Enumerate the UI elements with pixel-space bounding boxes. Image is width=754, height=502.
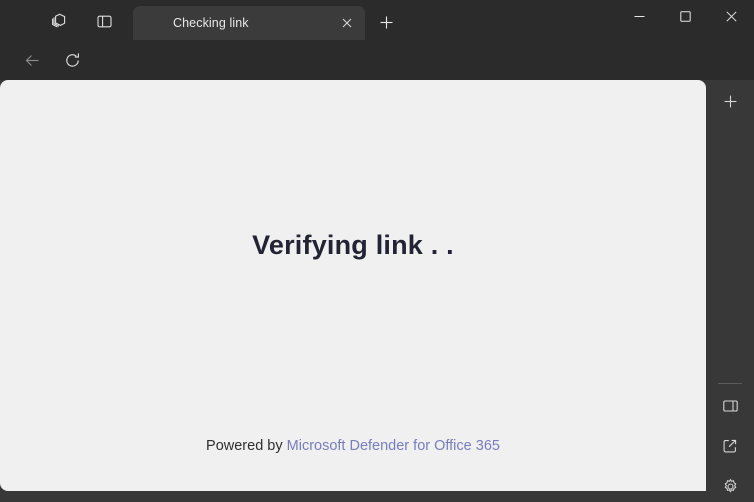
defender-link[interactable]: Microsoft Defender for Office 365 — [287, 438, 500, 454]
tab-checking-link[interactable]: Checking link — [133, 6, 365, 40]
navigation-toolbar: https://statics.teams.cdn.office.net/eve… — [0, 40, 754, 114]
sidebar-divider — [718, 383, 742, 384]
task-pane-icon[interactable] — [717, 393, 743, 419]
powered-by-footer: Powered by Microsoft Defender for Office… — [0, 438, 706, 454]
new-tab-plus-icon[interactable] — [373, 9, 399, 35]
tab-strip: Checking link — [0, 0, 754, 40]
close-icon[interactable] — [337, 13, 357, 33]
open-in-new-window-icon[interactable] — [717, 433, 743, 459]
maximize-button[interactable] — [662, 0, 708, 32]
tab-title: Checking link — [173, 16, 249, 30]
page-heading: Verifying link . . — [252, 230, 454, 260]
minimize-button[interactable] — [616, 0, 662, 32]
sidebar-add-icon[interactable] — [717, 88, 743, 114]
reload-icon[interactable] — [58, 46, 86, 74]
page-content: Verifying link . . Powered by Microsoft … — [0, 80, 706, 491]
back-arrow-icon[interactable] — [18, 46, 46, 74]
workspaces-icon[interactable] — [47, 8, 73, 34]
edge-sidebar — [706, 80, 754, 502]
browser-window: Checking link Verifying link . . Powered… — [0, 0, 754, 502]
tab-actions-icon[interactable] — [91, 8, 117, 34]
gear-icon[interactable] — [717, 473, 743, 499]
powered-by-label: Powered by — [206, 438, 287, 454]
window-close-button[interactable] — [708, 0, 754, 32]
